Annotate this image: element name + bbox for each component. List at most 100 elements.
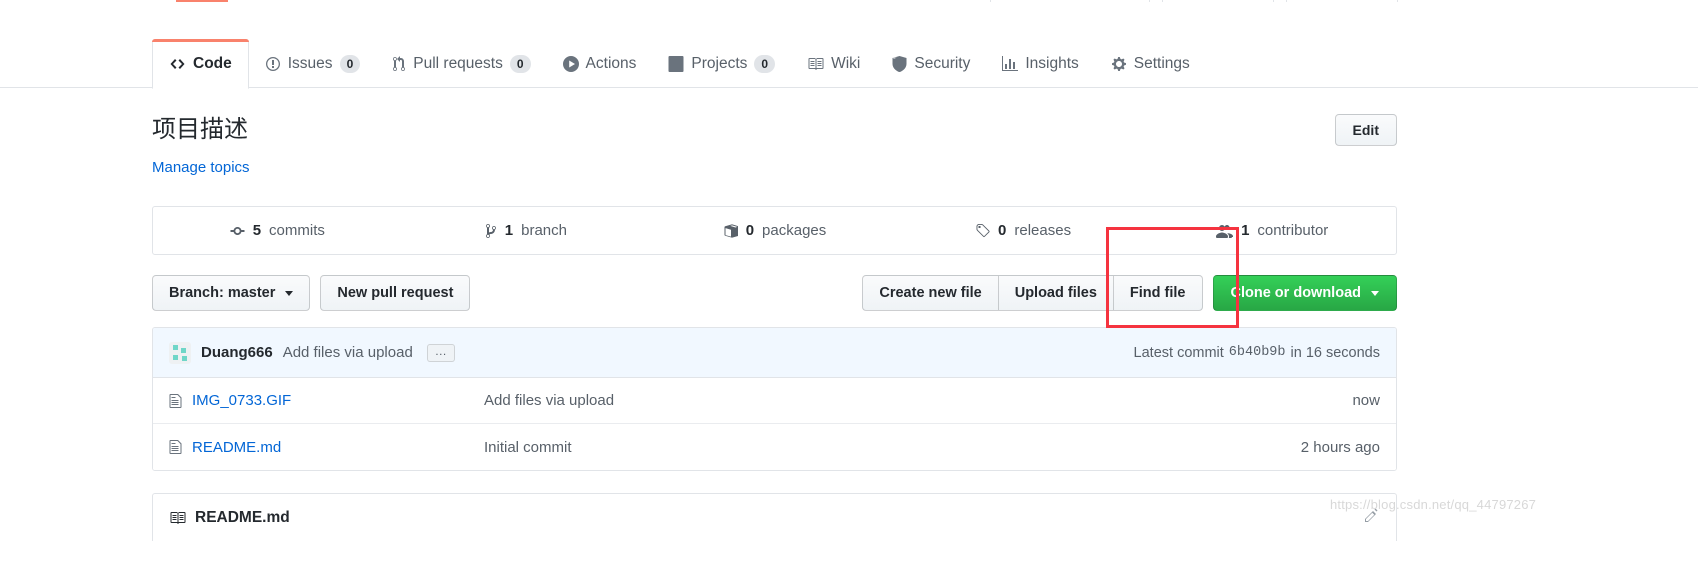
clone-or-download-label: Clone or download: [1230, 285, 1362, 302]
tab-actions[interactable]: Actions: [547, 40, 653, 88]
stat-releases[interactable]: 0 releases: [899, 222, 1148, 239]
issue-icon: [265, 56, 281, 72]
people-icon: [1215, 223, 1234, 239]
tab-insights-label: Insights: [1025, 55, 1079, 72]
new-pull-request-button[interactable]: New pull request: [320, 275, 471, 312]
file-name-cell[interactable]: IMG_0733.GIF: [169, 392, 484, 409]
stat-branches-value: 1: [504, 222, 514, 240]
latest-commit-meta: Latest commit 6b40b9b in 16 seconds: [1134, 345, 1380, 361]
commit-author[interactable]: Duang666: [201, 344, 273, 361]
play-icon: [562, 56, 579, 72]
graph-icon: [1002, 56, 1019, 72]
repository-action-row: Branch: master New pull request Create n…: [152, 275, 1397, 312]
tab-pull-requests[interactable]: Pull requests 0: [376, 40, 546, 88]
latest-commit-bar: Duang666 Add files via upload … Latest c…: [153, 328, 1396, 379]
create-new-file-button[interactable]: Create new file: [862, 275, 999, 312]
file-name-cell[interactable]: README.md: [169, 439, 484, 456]
tab-pull-requests-count: 0: [509, 55, 531, 73]
tab-settings[interactable]: Settings: [1095, 40, 1206, 88]
pencil-icon[interactable]: [1364, 507, 1380, 528]
repo-tab-list: Code Issues 0 Pull requests 0 Actions Pr…: [152, 34, 1206, 89]
table-row[interactable]: README.md Initial commit 2 hours ago: [153, 424, 1396, 471]
file-icon: [169, 439, 182, 455]
stat-releases-label: releases: [1014, 222, 1072, 240]
chevron-down-icon: [285, 290, 294, 296]
stat-commits-label: commits: [269, 222, 325, 240]
commit-icon: [230, 223, 245, 239]
ghost-control-b: [1162, 0, 1274, 2]
book-icon: [169, 510, 186, 526]
tab-security-label: Security: [914, 55, 971, 72]
tab-code[interactable]: Code: [152, 39, 249, 89]
about-text-block: 项目描述 Manage topics: [152, 114, 250, 176]
tab-projects[interactable]: Projects 0: [652, 40, 791, 88]
gear-icon: [1111, 56, 1127, 72]
file-commit-time: 2 hours ago: [1300, 438, 1380, 456]
manage-topics-link[interactable]: Manage topics: [152, 159, 250, 176]
stat-contributors-label: contributor: [1257, 222, 1329, 240]
table-row[interactable]: IMG_0733.GIF Add files via upload now: [153, 378, 1396, 425]
stat-packages[interactable]: 0 packages: [650, 222, 899, 239]
edit-button[interactable]: Edit: [1334, 114, 1397, 146]
stat-contributors[interactable]: 1 contributor: [1147, 222, 1396, 239]
file-name-label: README.md: [192, 438, 282, 456]
ghost-control-c: [1286, 0, 1398, 2]
tab-projects-label: Projects: [691, 55, 748, 72]
upload-files-button[interactable]: Upload files: [997, 275, 1114, 312]
find-file-button[interactable]: Find file: [1112, 275, 1203, 312]
tab-issues-label: Issues: [287, 55, 333, 72]
repository-nav: Code Issues 0 Pull requests 0 Actions Pr…: [0, 0, 1698, 89]
package-icon: [723, 223, 738, 239]
tag-icon: [975, 223, 990, 239]
file-commit-message[interactable]: Initial commit: [484, 439, 1301, 456]
tab-settings-label: Settings: [1133, 55, 1190, 72]
file-commit-message[interactable]: Add files via upload: [484, 392, 1352, 409]
latest-commit-prefix: Latest commit: [1133, 344, 1224, 361]
readme-header: README.md: [152, 493, 1397, 542]
about-section: 项目描述 Manage topics Edit: [152, 88, 1397, 176]
tab-security[interactable]: Security: [876, 40, 986, 88]
tab-code-label: Code: [193, 55, 232, 72]
repository-stats-bar: 5 commits 1 branch 0 packages 0 releases: [152, 206, 1397, 256]
repo-main-content: 项目描述 Manage topics Edit 5 commits 1 bran…: [152, 88, 1397, 542]
commit-sha[interactable]: 6b40b9b: [1229, 345, 1286, 360]
stat-branches-label: branch: [521, 222, 567, 240]
stat-packages-value: 0: [745, 222, 755, 240]
stat-commits[interactable]: 5 commits: [153, 222, 402, 239]
chevron-down-icon: [1371, 290, 1379, 296]
stat-commits-value: 5: [252, 222, 262, 240]
tab-issues[interactable]: Issues 0: [249, 40, 377, 88]
project-icon: [668, 56, 684, 72]
branch-selector-button[interactable]: Branch: master: [152, 275, 311, 312]
commit-message[interactable]: Add files via upload: [283, 344, 413, 361]
ghost-repo-link: [176, 0, 228, 2]
stat-branches[interactable]: 1 branch: [402, 222, 651, 239]
code-icon: [169, 56, 186, 72]
tab-insights[interactable]: Insights: [986, 40, 1094, 88]
stat-packages-label: packages: [762, 222, 827, 240]
tab-pull-requests-label: Pull requests: [413, 55, 503, 72]
avatar: [169, 341, 191, 364]
clone-or-download-button[interactable]: Clone or download: [1212, 275, 1397, 312]
shield-icon: [892, 56, 907, 72]
stat-releases-value: 0: [998, 222, 1007, 240]
tab-actions-label: Actions: [585, 55, 637, 72]
file-commit-time: now: [1352, 392, 1380, 410]
pr-icon: [392, 56, 406, 72]
action-row-right: Create new file Upload files Find file C…: [862, 275, 1397, 312]
branch-selector-label: Branch: master: [169, 285, 276, 302]
tab-projects-count: 0: [754, 55, 776, 73]
file-action-group: Create new file Upload files Find file: [862, 275, 1203, 312]
stat-contributors-value: 1: [1241, 222, 1250, 240]
tab-wiki[interactable]: Wiki: [791, 40, 876, 88]
file-listing: Duang666 Add files via upload … Latest c…: [152, 327, 1397, 472]
readme-title: README.md: [195, 508, 290, 526]
tab-issues-count: 0: [339, 55, 361, 73]
page-title: 项目描述: [152, 115, 248, 143]
branch-icon: [485, 223, 497, 239]
expand-commit-message-button[interactable]: …: [426, 343, 455, 362]
file-icon: [169, 393, 182, 409]
book-icon: [807, 56, 824, 72]
file-name-label: IMG_0733.GIF: [192, 392, 292, 410]
commit-time: in 16 seconds: [1290, 344, 1380, 361]
